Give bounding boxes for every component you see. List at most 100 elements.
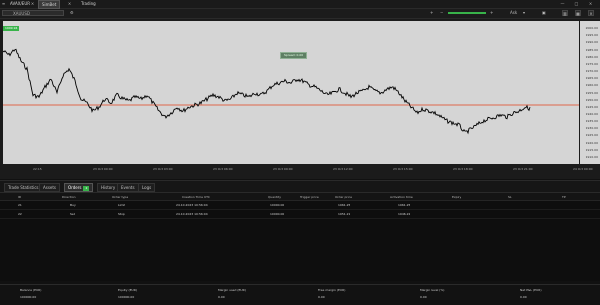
cell-id: 22 [18,212,22,216]
footer-value: 0.00 [218,295,225,299]
column-header[interactable]: Order price [335,195,352,199]
cell-time: 24.10.2023 10:56:04 [176,212,208,216]
x-tick-label: 23 Oct 21:00 [513,167,533,171]
y-tick-label: 1935.00 [585,119,598,124]
y-tick-label: 1945.00 [585,104,598,109]
column-header[interactable]: Direction [62,195,76,199]
chart-toolbar: XAUUSD ⚙ + − + Ask ▾ ▣ ▥ ▦ × [0,9,600,19]
price-axis[interactable]: 2000.00 1995.00 1990.00 1985.00 1980.00 1975.… [580,21,600,164]
cell-price: 1951.21 [338,212,351,216]
y-tick-label: 1915.00 [585,147,598,152]
tab-trade-statistics[interactable]: Trade Statistics [4,183,43,192]
tab-history[interactable]: History [97,183,120,192]
x-tick-label: 23 Oct 12:00 [333,167,353,171]
x-tick-label: 23 Oct 15:00 [393,167,413,171]
app-menu-icon[interactable]: ≡ [1,1,6,6]
app-tab-1[interactable]: SimBet [38,0,61,9]
cell-price: 1961.25 [338,203,351,207]
tab-orders-label: Orders [68,185,82,190]
panel-toggle-icon[interactable]: ▣ [542,10,546,16]
layout-icon[interactable]: ▥ [562,10,568,16]
time-axis[interactable]: 22:15 23 Oct 00:00 23 Oct 03:00 23 Oct 06:0… [3,165,600,175]
cell-time: 24.10.2023 10:56:04 [176,203,208,207]
account-summary-footer: Balance (EUR) 100000.00 Equity (EUR) 100… [0,284,600,305]
crosshair-icon[interactable]: + [430,10,433,16]
footer-label: Balance (EUR) [20,288,42,292]
y-tick-label: 1985.00 [585,47,598,52]
tab-logs[interactable]: Logs [138,183,156,192]
footer-label: Margin level (%) [420,288,445,292]
footer-value: 0.00 [520,295,527,299]
chart-settings-icon[interactable]: ⚙ [70,10,74,16]
price-type-label[interactable]: Ask [510,10,517,16]
tab-orders[interactable]: Orders 2 [64,183,94,192]
column-header[interactable]: Order type [112,195,128,199]
split-icon[interactable]: ▦ [575,10,581,16]
chart-container: Spread: 0.00 2000.00 1995.00 1990.00 1985.0… [0,19,600,179]
y-tick-label: 1990.00 [585,40,598,45]
price-tag-green: 1999.94 [3,25,20,31]
cell-activation: 1946.22 [398,212,411,216]
cell-type: Stop [118,212,125,216]
column-header[interactable]: Expiry [452,195,461,199]
y-tick-label: 1920.00 [585,140,598,145]
x-tick-label: 22:15 [33,167,42,171]
app-topbar: ≡ AVAX/EUR × SimBet × Trading — □ × [0,0,600,9]
close-tab-icon[interactable]: × [30,1,35,6]
column-header[interactable]: SL [508,195,512,199]
orders-count-badge: 2 [83,186,90,191]
footer-label: Net P&L (EUR) [520,288,542,292]
y-tick-label: 1930.00 [585,126,598,131]
spread-label: Spread: 0.00 [280,52,308,59]
y-tick-label: 1955.00 [585,90,598,95]
column-header[interactable]: Activation time [390,195,413,199]
minimize-icon[interactable]: — [560,1,565,6]
tab-assets[interactable]: Assets [39,183,61,192]
column-header[interactable]: Trigger price [300,195,319,199]
y-tick-label: 1965.00 [585,76,598,81]
cell-id: 21 [18,203,22,207]
y-tick-label: 1980.00 [585,54,598,59]
footer-value: 100000.00 [118,295,135,299]
column-header[interactable]: TP [562,195,566,199]
y-tick-label: 2000.00 [585,26,598,31]
chevron-down-icon[interactable]: ▾ [523,10,525,16]
price-series-line [3,48,531,135]
tab-events[interactable]: Events [117,183,139,192]
app-tab-2[interactable]: Trading [78,0,99,7]
close-tab-icon[interactable]: × [67,1,72,6]
footer-label: Free margin (EUR) [318,288,346,292]
footer-value: 0.00 [420,295,427,299]
cell-direction: Buy [70,203,76,207]
table-row[interactable]: 22 Sell Stop 24.10.2023 10:56:04 10000.0… [0,210,600,219]
orders-table-header: ID Direction Order type Creation Time UT… [0,193,600,201]
column-header[interactable]: Quantity [268,195,281,199]
footer-label: Margin used (EUR) [218,288,246,292]
maximize-icon[interactable]: □ [574,1,579,6]
footer-value: 100000.00 [20,295,37,299]
panel-tabs: Trade Statistics Assets Orders 2 History … [0,180,600,193]
cell-type: Limit [118,203,126,207]
y-tick-label: 1950.00 [585,97,598,102]
close-chart-icon[interactable]: × [588,10,594,16]
column-header[interactable]: ID [18,195,21,199]
chart-plot-area[interactable]: Spread: 0.00 [3,21,579,164]
price-chart [3,48,579,135]
y-tick-label: 1925.00 [585,133,598,138]
close-window-icon[interactable]: × [588,1,593,6]
x-tick-label: 23 Oct 06:00 [213,167,233,171]
cell-quantity: 10000.00 [270,203,285,207]
zoom-out-icon[interactable]: − [440,10,443,16]
x-tick-label: 23 Oct 09:00 [273,167,293,171]
y-tick-label: 1995.00 [585,33,598,38]
orders-table-body: 21 Buy Limit 24.10.2023 10:56:04 10000.0… [0,201,600,281]
table-row[interactable]: 21 Buy Limit 24.10.2023 10:56:04 10000.0… [0,201,600,210]
x-tick-label: 23 Oct 00:00 [93,167,113,171]
footer-value: 0.00 [318,295,325,299]
zoom-in-icon[interactable]: + [490,10,493,16]
symbol-label: XAUUSD [13,11,30,16]
column-header[interactable]: Creation Time UTC [182,195,210,199]
symbol-selector[interactable]: XAUUSD [2,10,64,16]
y-tick-label: 1910.00 [585,154,598,159]
zoom-level-bar[interactable] [448,12,486,14]
